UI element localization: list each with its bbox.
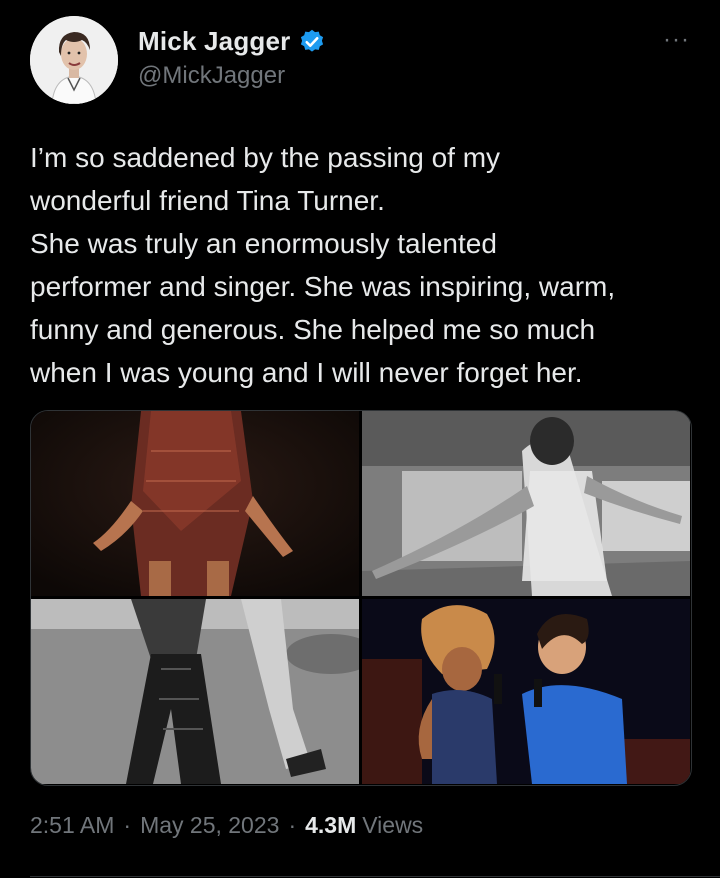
tweet-text: I’m so saddened by the passing of my won… <box>30 136 690 394</box>
media-grid <box>30 410 692 786</box>
name-row: Mick Jagger <box>138 26 326 57</box>
photo-1[interactable] <box>31 411 359 596</box>
divider <box>30 876 720 877</box>
views-count[interactable]: 4.3M <box>305 812 356 839</box>
tweet-header: Mick Jagger @MickJagger ··· <box>30 16 694 106</box>
photo-4[interactable] <box>362 599 690 784</box>
meta-separator: · <box>288 812 297 838</box>
views-label[interactable]: Views <box>362 812 423 839</box>
photo-2[interactable] <box>362 411 690 596</box>
tweet-line: when I was young and I will never forget… <box>30 357 583 388</box>
tweet-line: wonderful friend Tina Turner. <box>30 185 385 216</box>
display-name[interactable]: Mick Jagger <box>138 26 291 57</box>
tweet-time[interactable]: 2:51 AM <box>30 812 114 839</box>
user-handle[interactable]: @MickJagger <box>138 62 285 90</box>
meta-separator: · <box>123 812 132 838</box>
tweet-date[interactable]: May 25, 2023 <box>140 812 279 839</box>
avatar[interactable] <box>30 16 118 104</box>
more-options-icon[interactable]: ··· <box>663 28 690 52</box>
verified-badge-icon <box>298 28 326 56</box>
tweet-line: performer and singer. She was inspiring,… <box>30 271 616 302</box>
tweet-line: She was truly an enormously talented <box>30 228 497 259</box>
tweet-meta: 2:51 AM · May 25, 2023 · 4.3M Views <box>30 812 423 839</box>
tweet-line: funny and generous. She helped me so muc… <box>30 314 596 345</box>
tweet-line: I’m so saddened by the passing of my <box>30 142 501 173</box>
photo-3[interactable] <box>31 599 359 784</box>
